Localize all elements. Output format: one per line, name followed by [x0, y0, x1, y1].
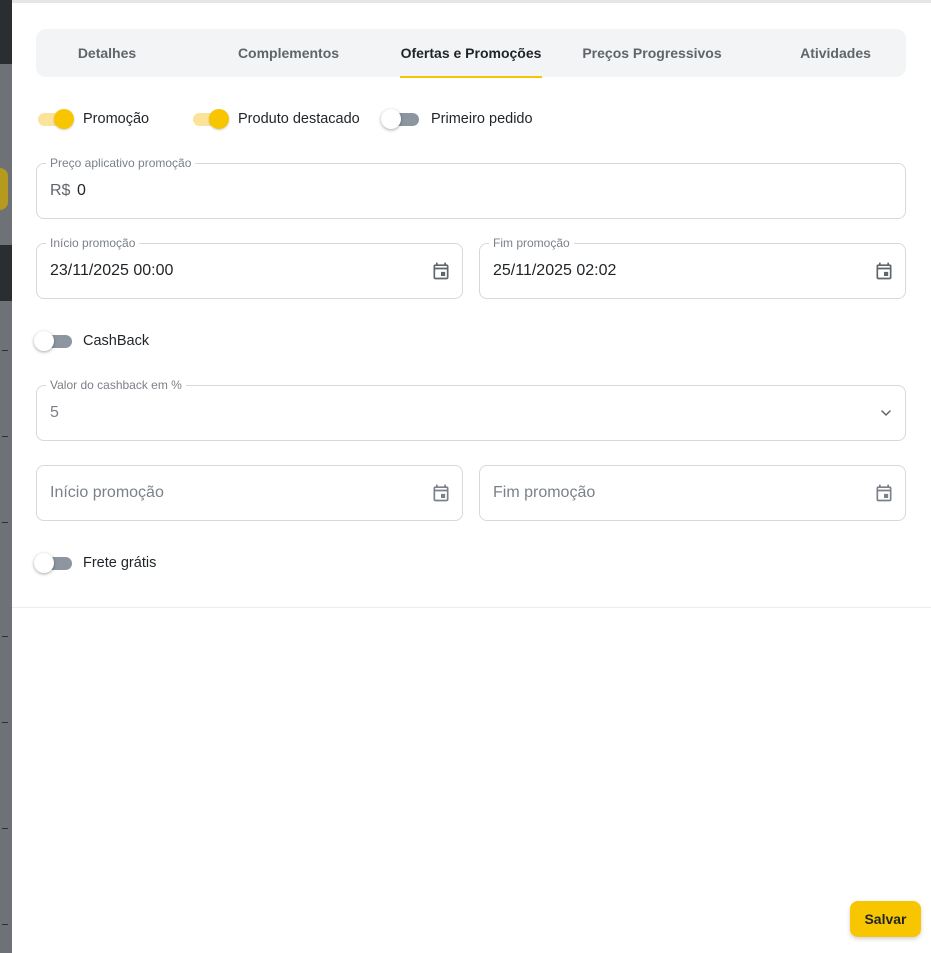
background-tick	[2, 636, 8, 637]
save-button[interactable]: Salvar	[850, 901, 921, 937]
tab-atividades[interactable]: Atividades	[765, 29, 906, 77]
background-tick	[2, 350, 8, 351]
tab-label: Preços Progressivos	[582, 45, 722, 61]
calendar-icon[interactable]	[874, 483, 894, 503]
field-label: Valor do cashback em %	[46, 377, 186, 393]
toggle-frete-gratis: Frete grátis	[34, 552, 157, 574]
toggle-promocao: Promoção	[36, 108, 149, 130]
calendar-icon[interactable]	[431, 483, 451, 503]
preco-promocao-field[interactable]: Preço aplicativo promoção R$ 0	[36, 155, 906, 219]
background-tick	[2, 436, 8, 437]
cashback-percent-select[interactable]: Valor do cashback em % 5	[36, 377, 906, 441]
background-table-header	[0, 245, 12, 301]
background-button	[0, 168, 8, 210]
toggle-primeiro-pedido: Primeiro pedido	[381, 108, 533, 130]
frete-gratis-switch[interactable]	[34, 552, 74, 574]
section-divider	[12, 607, 931, 608]
produto-destacado-switch[interactable]	[191, 108, 229, 130]
toggle-label: Promoção	[83, 111, 150, 127]
primeiro-pedido-switch[interactable]	[381, 108, 421, 130]
toggle-label: CashBack	[83, 333, 150, 349]
background-tick	[2, 828, 8, 829]
cashback-fim-field[interactable]: Fim promoção	[479, 465, 906, 521]
product-drawer: Detalhes Complementos Ofertas e Promoçõe…	[12, 0, 931, 953]
tab-label: Detalhes	[77, 45, 137, 61]
tab-detalhes[interactable]: Detalhes	[36, 29, 178, 77]
tab-precos-progressivos[interactable]: Preços Progressivos	[561, 29, 743, 77]
background-tick	[2, 722, 8, 723]
inicio-promocao-field[interactable]: Início promoção 23/11/2025 00:00	[36, 235, 463, 299]
toggle-produto-destacado: Produto destacado	[191, 108, 360, 130]
toggle-label: Produto destacado	[238, 111, 360, 127]
cashback-switch[interactable]	[34, 330, 74, 352]
promocao-switch[interactable]	[36, 108, 74, 130]
preco-promocao-value: 0	[77, 182, 86, 199]
tab-label: Atividades	[800, 45, 871, 61]
cashback-percent-value: 5	[50, 404, 59, 421]
fim-promocao-value: 25/11/2025 02:02	[493, 262, 617, 279]
calendar-icon[interactable]	[431, 261, 451, 281]
cashback-fim-placeholder: Fim promoção	[493, 484, 596, 501]
field-label: Fim promoção	[489, 235, 574, 251]
toggle-label: Primeiro pedido	[431, 111, 533, 127]
active-tab-indicator	[400, 76, 542, 78]
cashback-inicio-field[interactable]: Início promoção	[36, 465, 463, 521]
background-page	[0, 0, 12, 953]
tab-label: Ofertas e Promoções	[400, 45, 542, 61]
tab-bar: Detalhes Complementos Ofertas e Promoçõe…	[36, 29, 906, 78]
inicio-promocao-value: 23/11/2025 00:00	[50, 262, 174, 279]
tab-complementos[interactable]: Complementos	[178, 29, 399, 77]
tab-ofertas-promocoes[interactable]: Ofertas e Promoções	[400, 29, 542, 78]
toggle-cashback: CashBack	[34, 330, 150, 352]
background-tick	[2, 522, 8, 523]
field-label: Início promoção	[46, 235, 140, 251]
field-label: Preço aplicativo promoção	[46, 155, 196, 171]
chevron-down-icon[interactable]	[878, 405, 894, 421]
background-header	[0, 0, 12, 64]
toggle-label: Frete grátis	[83, 555, 157, 571]
cashback-inicio-placeholder: Início promoção	[50, 484, 164, 501]
currency-prefix: R$	[50, 182, 71, 199]
background-tick	[2, 924, 8, 925]
tab-label: Complementos	[237, 45, 340, 61]
fim-promocao-field[interactable]: Fim promoção 25/11/2025 02:02	[479, 235, 906, 299]
calendar-icon[interactable]	[874, 261, 894, 281]
